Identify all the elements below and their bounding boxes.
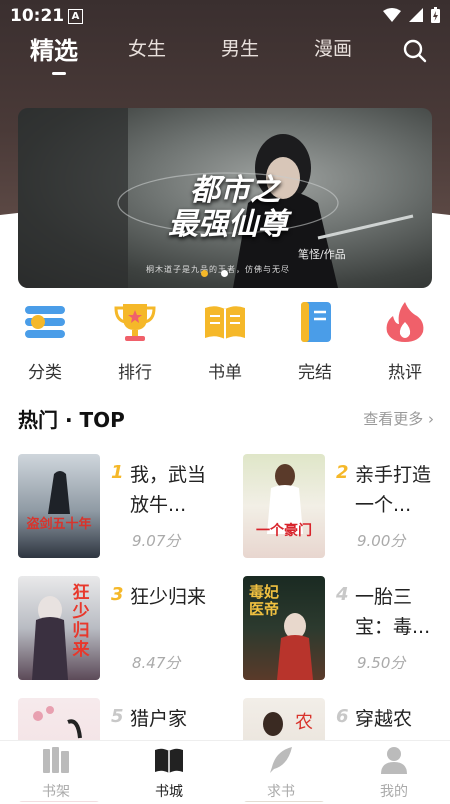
- bookstore-icon: [155, 748, 183, 773]
- banner-pagination: [201, 270, 228, 277]
- view-more-label: 查看更多: [363, 410, 424, 428]
- book-card[interactable]: 一个豪门 2 亲手打造一个... 9.00分: [243, 454, 450, 560]
- finished-icon: [301, 302, 331, 342]
- book-rank: 4: [336, 584, 349, 605]
- book-title: 一胎三宝：毒...: [355, 586, 431, 638]
- nav-profile[interactable]: 我的: [359, 745, 429, 801]
- cover-text: 盗剑五十年: [26, 517, 92, 532]
- book-rank: 2: [336, 462, 349, 483]
- book-score: 9.50分: [357, 654, 406, 672]
- book-rank: 6: [336, 706, 349, 727]
- nav-request-book[interactable]: 求书: [246, 745, 316, 801]
- bottom-nav: 书架 书城 求书 我的: [0, 740, 450, 801]
- chevron-right-icon: ›: [428, 410, 434, 428]
- book-score: 9.00分: [357, 532, 406, 550]
- category-label: 热评: [388, 363, 422, 383]
- hot-comment-icon: [386, 302, 424, 342]
- active-tab-indicator: [52, 72, 66, 75]
- book-score: 9.07分: [132, 532, 181, 550]
- svg-text:农: 农: [295, 712, 313, 733]
- book-card[interactable]: 狂少归来 3 狂少归来 8.47分: [18, 576, 230, 682]
- book-card[interactable]: 盗剑五十年 1 我，武当放牛... 9.07分: [18, 454, 230, 560]
- book-title: 我，武当放牛...: [130, 464, 207, 516]
- category-finished[interactable]: 完结: [280, 300, 350, 383]
- cover-figure: [48, 471, 70, 514]
- category-booklist[interactable]: 书单: [190, 300, 260, 383]
- banner-author: 笔怪/作品: [298, 248, 346, 261]
- book-rank: 3: [111, 584, 124, 605]
- tab-female[interactable]: 女生: [128, 34, 166, 61]
- category-hot-comments[interactable]: 热评: [370, 300, 440, 383]
- promo-banner[interactable]: 都市之 最强仙尊 笔怪/作品 桐木道子是九品的王者，仿佛与无尽: [18, 108, 432, 288]
- book-cover: 狂少归来: [18, 576, 100, 680]
- book-title: 穿越农: [355, 708, 413, 730]
- category-row: 分类 排行 书单 完结 热评: [0, 300, 450, 383]
- wifi-icon: [383, 8, 401, 22]
- category-label: 排行: [118, 363, 152, 383]
- category-classify[interactable]: 分类: [10, 300, 80, 383]
- nav-bookshelf[interactable]: 书架: [21, 745, 91, 801]
- tab-male[interactable]: 男生: [221, 34, 259, 61]
- trophy-icon: [114, 304, 156, 341]
- nav-label: 求书: [267, 784, 295, 800]
- cover-text: 一个豪门: [256, 523, 312, 539]
- category-label: 书单: [208, 363, 242, 383]
- book-cover: 一个豪门: [243, 454, 325, 558]
- tab-featured[interactable]: 精选: [30, 31, 78, 66]
- category-ranking[interactable]: 排行: [100, 300, 170, 383]
- battery-icon: [431, 7, 440, 23]
- quill-icon: [270, 747, 292, 773]
- signal-icon: [409, 8, 423, 22]
- category-label: 完结: [298, 363, 332, 383]
- status-icons: [383, 7, 440, 23]
- banner-title-line2: 最强仙尊: [168, 207, 288, 242]
- book-score: 8.47分: [132, 654, 181, 672]
- book-title: 狂少归来: [130, 586, 207, 608]
- pagination-dot[interactable]: [221, 270, 228, 277]
- book-rank: 1: [111, 462, 124, 483]
- notification-indicator: A: [68, 9, 83, 24]
- pagination-dot-active[interactable]: [201, 270, 208, 277]
- book-cover: 盗剑五十年: [18, 454, 100, 558]
- status-bar: 10:21 A: [0, 0, 450, 32]
- nav-bookstore[interactable]: 书城: [134, 745, 204, 801]
- cover-text: 毒妃医帝: [248, 583, 279, 618]
- cover-text: 狂少归来: [72, 583, 90, 660]
- status-time: 10:21: [10, 6, 65, 26]
- book-list-icon: [205, 306, 245, 339]
- cover-figure: [267, 464, 303, 534]
- nav-label: 书城: [155, 784, 183, 800]
- profile-icon: [381, 747, 407, 774]
- banner-title: 都市之 最强仙尊: [168, 174, 288, 242]
- book-rank: 5: [111, 706, 124, 727]
- book-card[interactable]: 毒妃医帝 4 一胎三宝：毒... 9.50分: [243, 576, 450, 682]
- top-nav: 精选 女生 男生 漫画: [0, 31, 450, 75]
- banner-title-line1: 都市之: [190, 173, 280, 208]
- category-icon: [25, 306, 65, 338]
- view-more-link[interactable]: 查看更多 ›: [363, 408, 434, 429]
- tab-comics[interactable]: 漫画: [314, 34, 352, 61]
- book-cover: 毒妃医帝: [243, 576, 325, 680]
- nav-label: 书架: [42, 784, 70, 800]
- search-icon[interactable]: [402, 38, 428, 64]
- book-title: 亲手打造一个...: [355, 464, 432, 516]
- section-title: 热门 · TOP: [18, 408, 125, 432]
- nav-label: 我的: [380, 784, 408, 800]
- bookshelf-icon: [43, 747, 69, 773]
- book-title: 猎户家: [130, 708, 188, 730]
- category-label: 分类: [28, 363, 62, 383]
